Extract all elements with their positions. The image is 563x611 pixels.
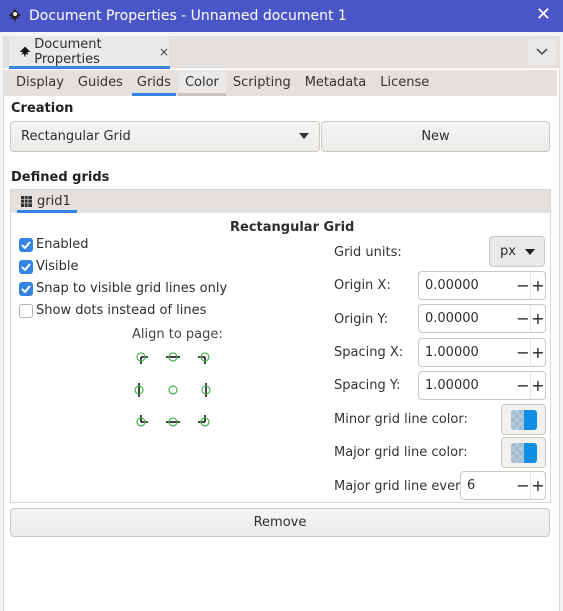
remove-grid-button[interactable]: Remove [10,508,550,537]
align-top-left-icon[interactable] [132,348,150,366]
align-middle-left-icon[interactable] [130,381,148,399]
grids-tab-bar [11,190,550,213]
align-top-right-icon[interactable] [196,348,214,366]
decrement-button[interactable]: − [516,272,530,299]
dock-tab-close-icon[interactable]: × [159,45,169,59]
window-title: Document Properties - Unnamed document 1 [29,8,347,24]
enabled-label: Enabled [36,237,89,252]
decrement-button[interactable]: − [516,372,530,399]
increment-button[interactable]: + [531,472,545,499]
color-swatch [510,409,537,430]
decrement-button[interactable]: − [516,472,530,499]
close-icon[interactable]: ✕ [536,5,551,25]
tab-metadata[interactable]: Metadata [298,70,374,96]
chevron-down-icon[interactable] [528,39,556,65]
snap-visible-label: Snap to visible grid lines only [36,281,228,296]
grid-units-label: Grid units: [334,245,402,260]
minor-color-button[interactable] [501,404,546,435]
grid-units-select[interactable]: px [489,236,545,267]
origin-y-input[interactable]: 0.00000 [419,311,516,326]
grid-tab-indicator [17,210,77,213]
align-to-page-label: Align to page: [132,327,223,342]
align-top-center-icon[interactable] [164,348,182,366]
major-every-spinbox[interactable]: 6 − + [460,471,546,500]
snap-visible-checkbox[interactable]: Snap to visible grid lines only [19,281,227,296]
inkscape-icon [9,9,21,22]
show-dots-label: Show dots instead of lines [36,303,207,318]
align-bottom-center-icon[interactable] [164,413,182,431]
decrement-button[interactable]: − [516,305,530,332]
grid-icon [21,196,32,207]
defined-grids-heading: Defined grids [11,170,110,185]
grid-units-value: px [500,244,516,259]
inkscape-icon [19,46,31,58]
tab-license[interactable]: License [373,70,436,96]
dock-tab-document-properties[interactable]: Document Properties × [9,36,169,68]
major-every-label: Major grid line every: [334,479,472,494]
align-middle-right-icon[interactable] [197,381,215,399]
visible-checkbox[interactable]: Visible [19,259,78,274]
align-bottom-right-icon[interactable] [196,413,214,431]
checkbox-checked-icon [19,237,33,252]
spacing-y-spinbox[interactable]: 1.00000 − + [418,371,546,400]
minor-color-solid [523,409,537,430]
decrement-button[interactable]: − [516,339,530,366]
dropdown-arrow-icon [525,249,535,255]
grid-type-title: Rectangular Grid [230,220,355,235]
major-color-label: Major grid line color: [334,445,468,460]
enabled-checkbox[interactable]: Enabled [19,237,89,252]
checkbox-checked-icon [19,281,33,296]
align-center-icon[interactable] [164,381,182,399]
spacing-x-label: Spacing X: [334,345,404,360]
origin-x-input[interactable]: 0.00000 [419,278,516,293]
spacing-x-input[interactable]: 1.00000 [419,345,516,360]
visible-label: Visible [36,259,79,274]
dock-tab-label: Document Properties [34,37,102,67]
dropdown-arrow-icon [299,133,309,139]
creation-heading: Creation [11,101,74,116]
checkbox-checked-icon [19,259,33,274]
origin-x-label: Origin X: [334,278,391,293]
major-color-solid [523,442,537,463]
origin-y-spinbox[interactable]: 0.00000 − + [418,304,546,333]
increment-button[interactable]: + [531,372,545,399]
align-bottom-left-icon[interactable] [132,413,150,431]
major-every-input[interactable]: 6 [461,478,516,493]
spacing-x-spinbox[interactable]: 1.00000 − + [418,338,546,367]
tab-display[interactable]: Display [9,70,71,96]
origin-y-label: Origin Y: [334,312,389,327]
increment-button[interactable]: + [531,305,545,332]
new-grid-button[interactable]: New [321,121,550,152]
show-dots-checkbox[interactable]: Show dots instead of lines [19,303,206,318]
increment-button[interactable]: + [531,339,545,366]
tab-scripting[interactable]: Scripting [226,70,298,96]
tab-guides[interactable]: Guides [71,70,130,96]
tab-color[interactable]: Color [177,70,226,96]
tab-grids[interactable]: Grids [130,70,178,96]
spacing-y-input[interactable]: 1.00000 [419,378,516,393]
grid-tab-label: grid1 [37,194,71,209]
major-color-button[interactable] [501,437,546,468]
notebook-tabs: Display Guides Grids Color Scripting Met… [3,70,557,96]
origin-x-spinbox[interactable]: 0.00000 − + [418,271,546,300]
minor-color-label: Minor grid line color: [334,412,468,427]
title-bar: Document Properties - Unnamed document 1… [0,0,563,32]
increment-button[interactable]: + [531,272,545,299]
grid-type-value: Rectangular Grid [21,129,131,144]
grid-type-select[interactable]: Rectangular Grid [10,121,320,152]
spacing-y-label: Spacing Y: [334,378,401,393]
color-swatch [510,442,537,463]
checkbox-unchecked-icon [19,303,33,318]
